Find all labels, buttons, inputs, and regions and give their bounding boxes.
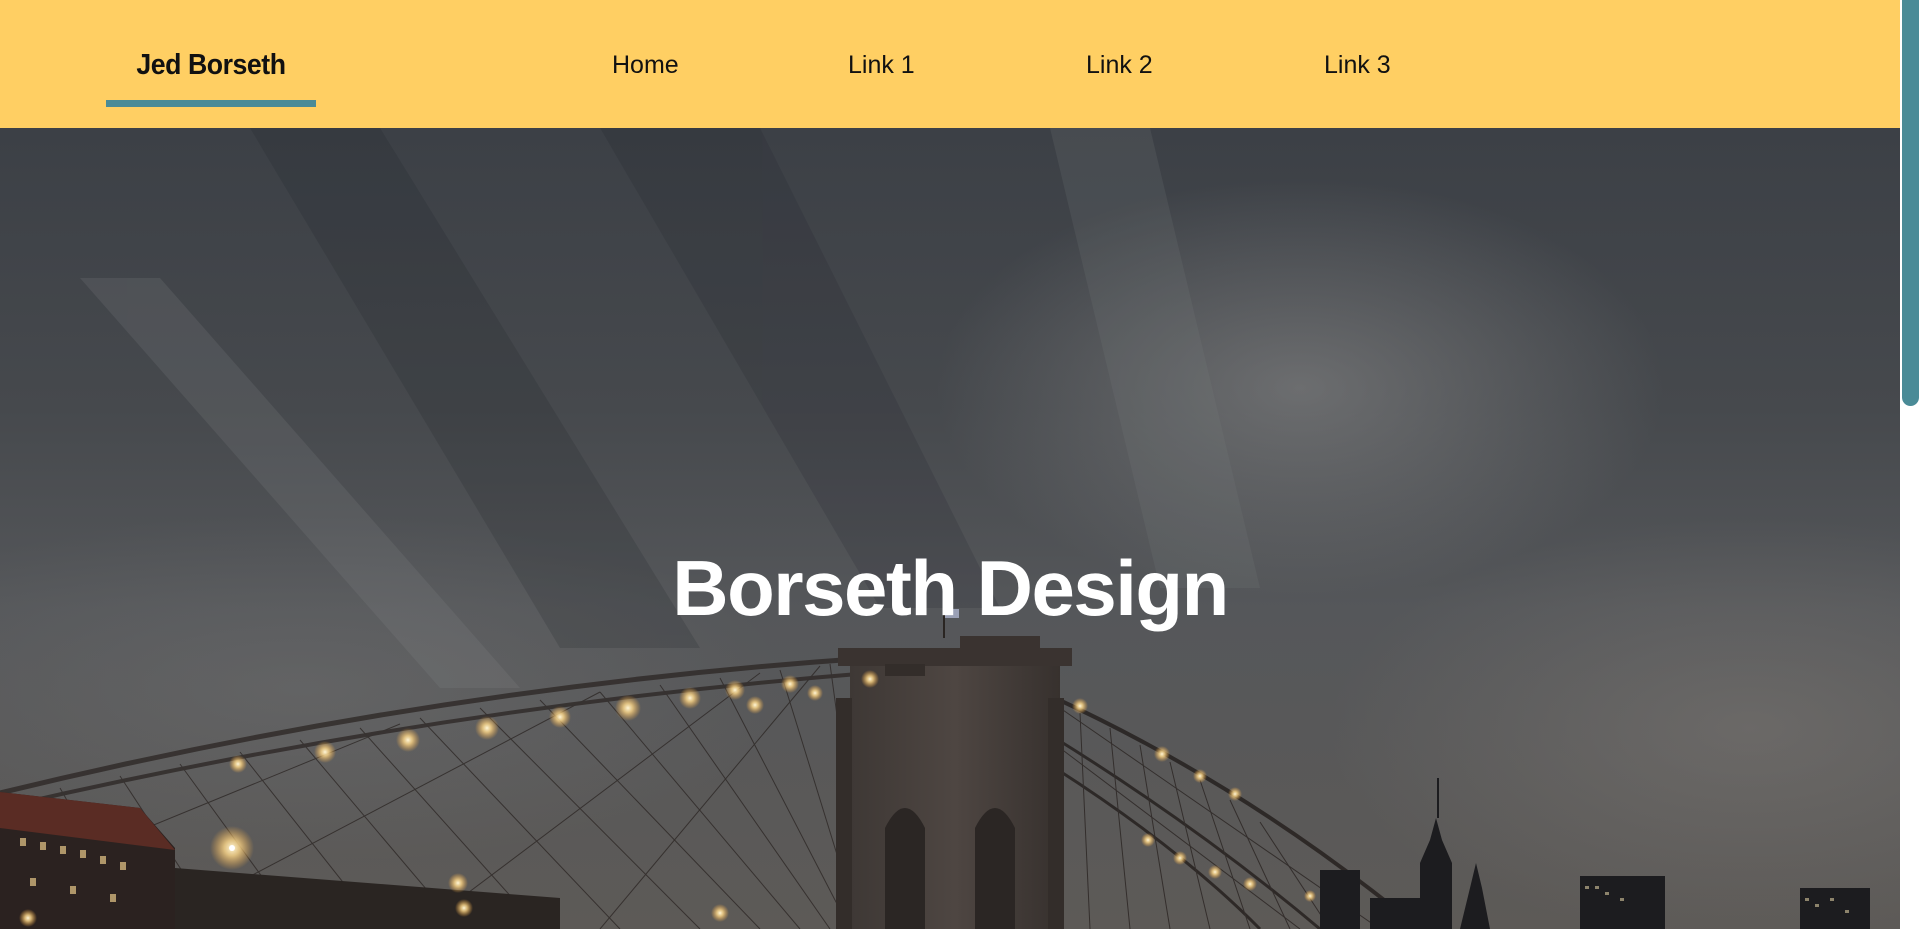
vertical-scrollbar[interactable] [1900, 0, 1919, 929]
hero-title: Borseth Design [672, 544, 1229, 632]
nav-link-3[interactable]: Link 3 [1324, 48, 1391, 82]
hero-background-image [0, 128, 1870, 929]
navbar: Jed Borseth Home Link 1 Link 2 Link 3 [0, 0, 1900, 128]
page: Jed Borseth Home Link 1 Link 2 Link 3 Bo… [0, 0, 1900, 929]
brand-link[interactable]: Jed Borseth [106, 45, 316, 107]
nav-link-1[interactable]: Link 1 [848, 48, 915, 82]
nav-link-2[interactable]: Link 2 [1086, 48, 1153, 82]
scrollbar-thumb[interactable] [1902, 0, 1919, 406]
hero-section: Borseth Design [0, 128, 1900, 929]
nav-link-home[interactable]: Home [612, 48, 679, 82]
brand-label: Jed Borseth [136, 49, 286, 81]
